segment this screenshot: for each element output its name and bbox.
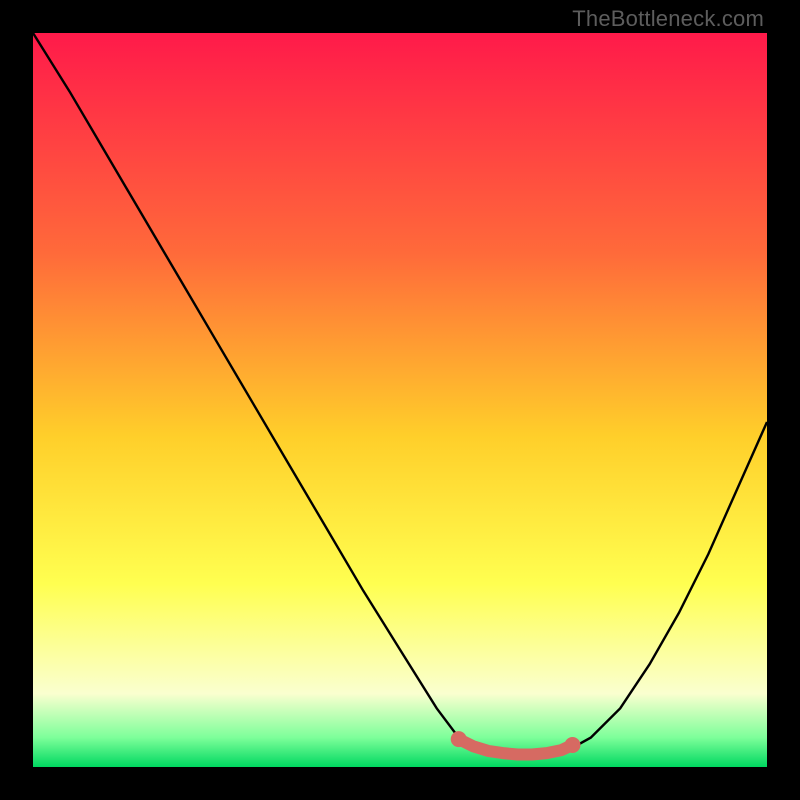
watermark-text: TheBottleneck.com (572, 6, 764, 32)
chart-frame (33, 33, 767, 767)
optimal-range-endpoint (451, 731, 467, 747)
gradient-background (33, 33, 767, 767)
bottleneck-chart (33, 33, 767, 767)
optimal-range-endpoint (565, 737, 581, 753)
